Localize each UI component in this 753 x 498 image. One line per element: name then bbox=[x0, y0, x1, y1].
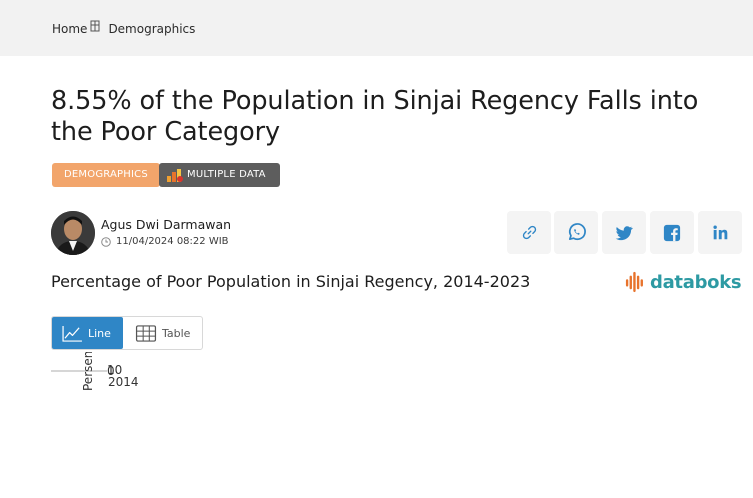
breadcrumb: Home Demographics bbox=[52, 20, 195, 36]
databoks-logo-text: databoks bbox=[650, 271, 742, 293]
table-view-button[interactable]: Table bbox=[124, 317, 202, 349]
databoks-logo-icon bbox=[625, 271, 643, 293]
line-view-label: Line bbox=[88, 326, 111, 340]
article-title: 8.55% of the Population in Sinjai Regenc… bbox=[51, 86, 699, 147]
databoks-logo[interactable]: databoks bbox=[625, 270, 742, 294]
share-linkedin-button[interactable] bbox=[698, 211, 742, 254]
top-bar: Home Demographics bbox=[0, 0, 753, 56]
line-chart: Persen 1002014 bbox=[51, 352, 139, 391]
facebook-icon bbox=[663, 224, 681, 241]
author-avatar[interactable] bbox=[51, 211, 95, 255]
share-whatsapp-button[interactable] bbox=[554, 211, 598, 254]
clock-icon bbox=[101, 236, 111, 247]
author-name[interactable]: Agus Dwi Darmawan bbox=[101, 217, 231, 232]
line-view-button[interactable]: Line bbox=[52, 317, 123, 349]
multiple-data-tag[interactable]: MULTIPLE DATA bbox=[159, 163, 280, 187]
multiple-data-label: MULTIPLE DATA bbox=[187, 169, 266, 180]
twitter-icon bbox=[615, 225, 633, 240]
publish-date-text: 11/04/2024 08:22 WIB bbox=[116, 236, 229, 247]
chart-x-tick-label: 2014 bbox=[108, 375, 139, 389]
multiple-data-icon bbox=[167, 169, 183, 182]
breadcrumb-demographics-link[interactable]: Demographics bbox=[108, 22, 195, 36]
linkedin-icon bbox=[712, 225, 727, 240]
category-tag[interactable]: DEMOGRAPHICS bbox=[52, 163, 160, 187]
line-chart-icon bbox=[62, 325, 82, 342]
breadcrumb-separator-icon bbox=[90, 20, 100, 32]
chart-view-toggle: Line Table bbox=[51, 316, 203, 350]
table-icon bbox=[135, 324, 157, 342]
whatsapp-icon bbox=[568, 223, 586, 241]
author-photo bbox=[51, 211, 95, 255]
copy-link-button[interactable] bbox=[507, 211, 551, 254]
link-icon bbox=[522, 225, 536, 240]
table-view-label: Table bbox=[162, 326, 191, 340]
publish-date: 11/04/2024 08:22 WIB bbox=[101, 236, 229, 247]
breadcrumb-home-link[interactable]: Home bbox=[52, 22, 87, 36]
chart-title: Percentage of Poor Population in Sinjai … bbox=[51, 272, 531, 291]
chart-ylabel: Persen bbox=[81, 352, 95, 391]
share-facebook-button[interactable] bbox=[650, 211, 694, 254]
share-twitter-button[interactable] bbox=[602, 211, 646, 254]
